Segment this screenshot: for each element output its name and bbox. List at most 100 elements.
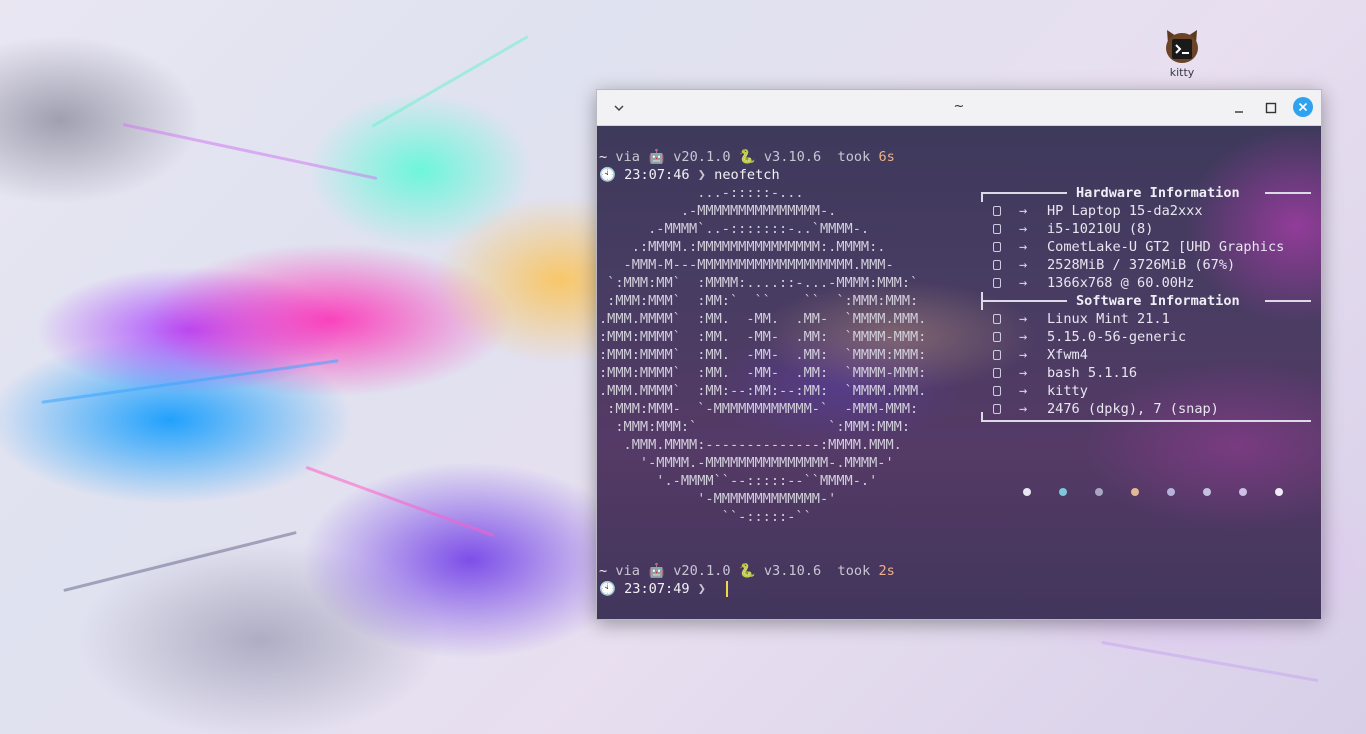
desktop-icon-kitty[interactable]: kitty <box>1156 24 1208 90</box>
arrow-icon: → <box>1019 203 1028 219</box>
hardware-row: → 2528MiB / 3726MiB (67%) <box>981 256 1313 274</box>
hardware-value: CometLake-U GT2 [UHD Graphics <box>1047 239 1285 255</box>
prompt-arrow: ❯ <box>697 167 706 183</box>
palette-dot <box>1203 488 1211 496</box>
hardware-value: HP Laptop 15-da2xxx <box>1047 203 1203 219</box>
ascii-art-line: .MMM.MMMM` :MM:--:MM:--:MM: `MMMM.MMM. <box>599 383 927 399</box>
distro-icon <box>993 314 1001 324</box>
ascii-art-line: ...-:::::-... <box>599 185 804 201</box>
prompt-node-version: v20.1.0 <box>673 149 731 165</box>
ascii-art-line: '.-MMMM``--:::::--``MMMM-.' <box>599 473 878 489</box>
display-icon <box>993 278 1001 288</box>
hardware-list: → HP Laptop 15-da2xxx → i5-10210U (8) → Comet… <box>981 202 1313 292</box>
maximize-icon[interactable] <box>1261 98 1281 118</box>
ascii-art-line: :MMM:MMM:` `:MMM:MMM: <box>599 419 910 435</box>
robot-icon: 🤖 <box>648 149 666 165</box>
ascii-art-line: -MMM-M---MMMMMMMMMMMMMMMMMMM.MMM- <box>599 257 894 273</box>
prompt-node-version: v20.1.0 <box>673 563 731 579</box>
prompt-line-1: ~ via 🤖 v20.1.0 🐍 v3.10.6 took 6s <box>599 148 895 166</box>
prompt-duration: 2s <box>878 563 895 579</box>
neofetch-ascii-logo: ...-:::::-... .-MMMMMMMMMMMMMMM-. .-MMMM… <box>599 184 969 526</box>
software-row: → bash 5.1.16 <box>981 364 1313 382</box>
palette-dot <box>1239 488 1247 496</box>
software-value: 5.15.0-56-generic <box>1047 329 1187 345</box>
prompt-python-version: v3.10.6 <box>763 563 822 579</box>
arrow-icon: → <box>1019 221 1028 237</box>
hardware-row: → i5-10210U (8) <box>981 220 1313 238</box>
python-icon: 🐍 <box>738 149 756 165</box>
hardware-header-text: Hardware Information <box>1076 185 1240 201</box>
laptop-icon <box>993 206 1001 216</box>
software-value: Linux Mint 21.1 <box>1047 311 1170 327</box>
hardware-value: i5-10210U (8) <box>1047 221 1154 237</box>
arrow-icon: → <box>1019 347 1028 363</box>
prompt-via: via <box>615 563 640 579</box>
cpu-icon <box>993 224 1001 234</box>
shell-icon <box>993 368 1001 378</box>
kitty-app-icon <box>1166 30 1198 63</box>
software-value: bash 5.1.16 <box>1047 365 1138 381</box>
software-row: → Linux Mint 21.1 <box>981 310 1313 328</box>
software-header-text: Software Information <box>1076 293 1240 309</box>
prompt-line-1b: 🕙 23:07:46 ❯ neofetch <box>599 166 780 184</box>
ascii-art-line: :MMM:MMMM` :MM. -MM- .MM: `MMMM:MMM: <box>599 347 927 363</box>
wallpaper-streak <box>371 35 529 128</box>
software-row: → 2476 (dpkg), 7 (snap) <box>981 400 1313 418</box>
wallpaper-streak <box>63 531 297 592</box>
palette-dot <box>1095 488 1103 496</box>
terminal-icon <box>993 386 1001 396</box>
neofetch-info-panel: Hardware Information → HP Laptop 15-da2xx… <box>981 184 1313 496</box>
ascii-art-line: .MMM.MMMM` :MM. -MM. .MM- `MMMM.MMM. <box>599 311 927 327</box>
prompt-duration: 6s <box>878 149 895 165</box>
ascii-art-line: :MMM:MMM- `-MMMMMMMMMMMM-` -MMM-MMM: <box>599 401 919 417</box>
arrow-icon: → <box>1019 239 1028 255</box>
prompt-command: neofetch <box>714 167 780 183</box>
hardware-value: 2528MiB / 3726MiB (67%) <box>1047 257 1236 273</box>
close-icon[interactable] <box>1293 97 1313 117</box>
terminal-window[interactable]: ~ ~ via 🤖 v20.1.0 🐍 v3.10.6 took 6s 🕙 23… <box>596 89 1322 620</box>
hardware-header: Hardware Information <box>981 184 1313 202</box>
window-titlebar[interactable]: ~ <box>597 90 1321 126</box>
ascii-art-line: '-MMMM.-MMMMMMMMMMMMMMM-.MMMM-' <box>599 455 894 471</box>
software-list: → Linux Mint 21.1 → 5.15.0-56-generic → Xfwm4… <box>981 310 1313 418</box>
terminal-content[interactable]: ~ via 🤖 v20.1.0 🐍 v3.10.6 took 6s 🕙 23:0… <box>597 126 1321 619</box>
memory-icon <box>993 260 1001 270</box>
arrow-icon: → <box>1019 329 1028 345</box>
hardware-value: 1366x768 @ 60.00Hz <box>1047 275 1195 291</box>
palette-dot <box>1059 488 1067 496</box>
wallpaper-streak <box>41 359 339 404</box>
packages-icon <box>993 404 1001 414</box>
color-palette <box>1023 488 1293 498</box>
software-row: → Xfwm4 <box>981 346 1313 364</box>
prompt-line-2: ~ via 🤖 v20.1.0 🐍 v3.10.6 took 2s <box>599 562 895 580</box>
ascii-art-line: .-MMMM`..-:::::::-..`MMMM-. <box>599 221 870 237</box>
arrow-icon: → <box>1019 383 1028 399</box>
wm-icon <box>993 350 1001 360</box>
ascii-art-line: .:MMMM.:MMMMMMMMMMMMMMM:.MMMM:. <box>599 239 886 255</box>
clock-icon: 🕙 <box>599 167 616 183</box>
hardware-row: → CometLake-U GT2 [UHD Graphics <box>981 238 1313 256</box>
palette-dot <box>1131 488 1139 496</box>
software-value: kitty <box>1047 383 1088 399</box>
prompt-via: via <box>615 149 640 165</box>
software-value: 2476 (dpkg), 7 (snap) <box>1047 401 1219 417</box>
robot-icon: 🤖 <box>648 563 666 579</box>
prompt-time: 23:07:49 <box>624 581 690 597</box>
arrow-icon: → <box>1019 365 1028 381</box>
clock-icon: 🕙 <box>599 581 616 597</box>
desktop-icon-label: kitty <box>1169 66 1195 78</box>
minimize-icon[interactable] <box>1229 98 1249 118</box>
ascii-art-line: :MMM:MMMM` :MM. -MM- .MM: `MMMM-MMM: <box>599 365 927 381</box>
ascii-art-line: .-MMMMMMMMMMMMMMM-. <box>599 203 837 219</box>
prompt-arrow: ❯ <box>697 581 706 597</box>
software-value: Xfwm4 <box>1047 347 1088 363</box>
prompt-took: took <box>837 563 871 579</box>
prompt-cwd: ~ <box>599 563 608 579</box>
hardware-row: → 1366x768 @ 60.00Hz <box>981 274 1313 292</box>
ascii-art-line: :MMM:MMMM` :MM. -MM- .MM: `MMMM-MMM: <box>599 329 927 345</box>
ascii-art-line: .MMM.MMMM:--------------:MMMM.MMM. <box>599 437 902 453</box>
desktop: kitty ~ ~ via 🤖 v20.1.0 🐍 v3.10.6 took 6… <box>0 0 1366 734</box>
panel-bottom-rule <box>981 412 1313 436</box>
prompt-line-2b: 🕙 23:07:49 ❯ <box>599 580 714 598</box>
python-icon: 🐍 <box>738 563 756 579</box>
